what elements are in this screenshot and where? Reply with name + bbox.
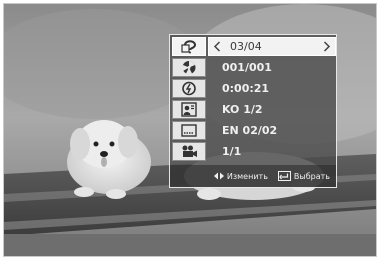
chevron-left-icon[interactable] (213, 41, 222, 52)
angle-row[interactable]: 1/1 (208, 142, 336, 161)
subtitle-value: EN 02/02 (222, 124, 278, 137)
chapter-icon[interactable] (172, 58, 206, 77)
chapter-value: 001/001 (222, 61, 272, 74)
subtitle-row[interactable]: EN 02/02 (208, 121, 336, 140)
chevron-right-icon[interactable] (322, 41, 331, 52)
video-frame: 03/04 001/001 0:00:21 KO 1/2 EN 02/02 1/… (3, 3, 377, 257)
title-value: 03/04 (230, 40, 262, 53)
info-icon-column (172, 37, 206, 163)
title-icon[interactable] (172, 37, 206, 56)
change-label: Изменить (226, 171, 268, 181)
time-row[interactable]: 0:00:21 (208, 79, 336, 98)
angle-icon[interactable] (172, 142, 206, 161)
audio-icon[interactable] (172, 100, 206, 119)
enter-icon (277, 171, 291, 181)
time-value: 0:00:21 (222, 82, 270, 95)
time-icon[interactable] (172, 79, 206, 98)
info-values: 03/04 001/001 0:00:21 KO 1/2 EN 02/02 1/… (208, 37, 336, 163)
audio-row[interactable]: KO 1/2 (208, 100, 336, 119)
playback-info-panel: 03/04 001/001 0:00:21 KO 1/2 EN 02/02 1/… (169, 34, 337, 188)
select-hint: Выбрать (277, 171, 330, 181)
audio-value: KO 1/2 (222, 103, 263, 116)
change-hint: Изменить (213, 171, 268, 181)
select-label: Выбрать (293, 171, 330, 181)
button-hints-bar: Изменить Выбрать (170, 165, 336, 187)
angle-value: 1/1 (222, 145, 242, 158)
subtitle-icon[interactable] (172, 121, 206, 140)
left-right-arrows-icon (213, 172, 224, 180)
title-row[interactable]: 03/04 (208, 37, 336, 56)
chapter-row[interactable]: 001/001 (208, 58, 336, 77)
